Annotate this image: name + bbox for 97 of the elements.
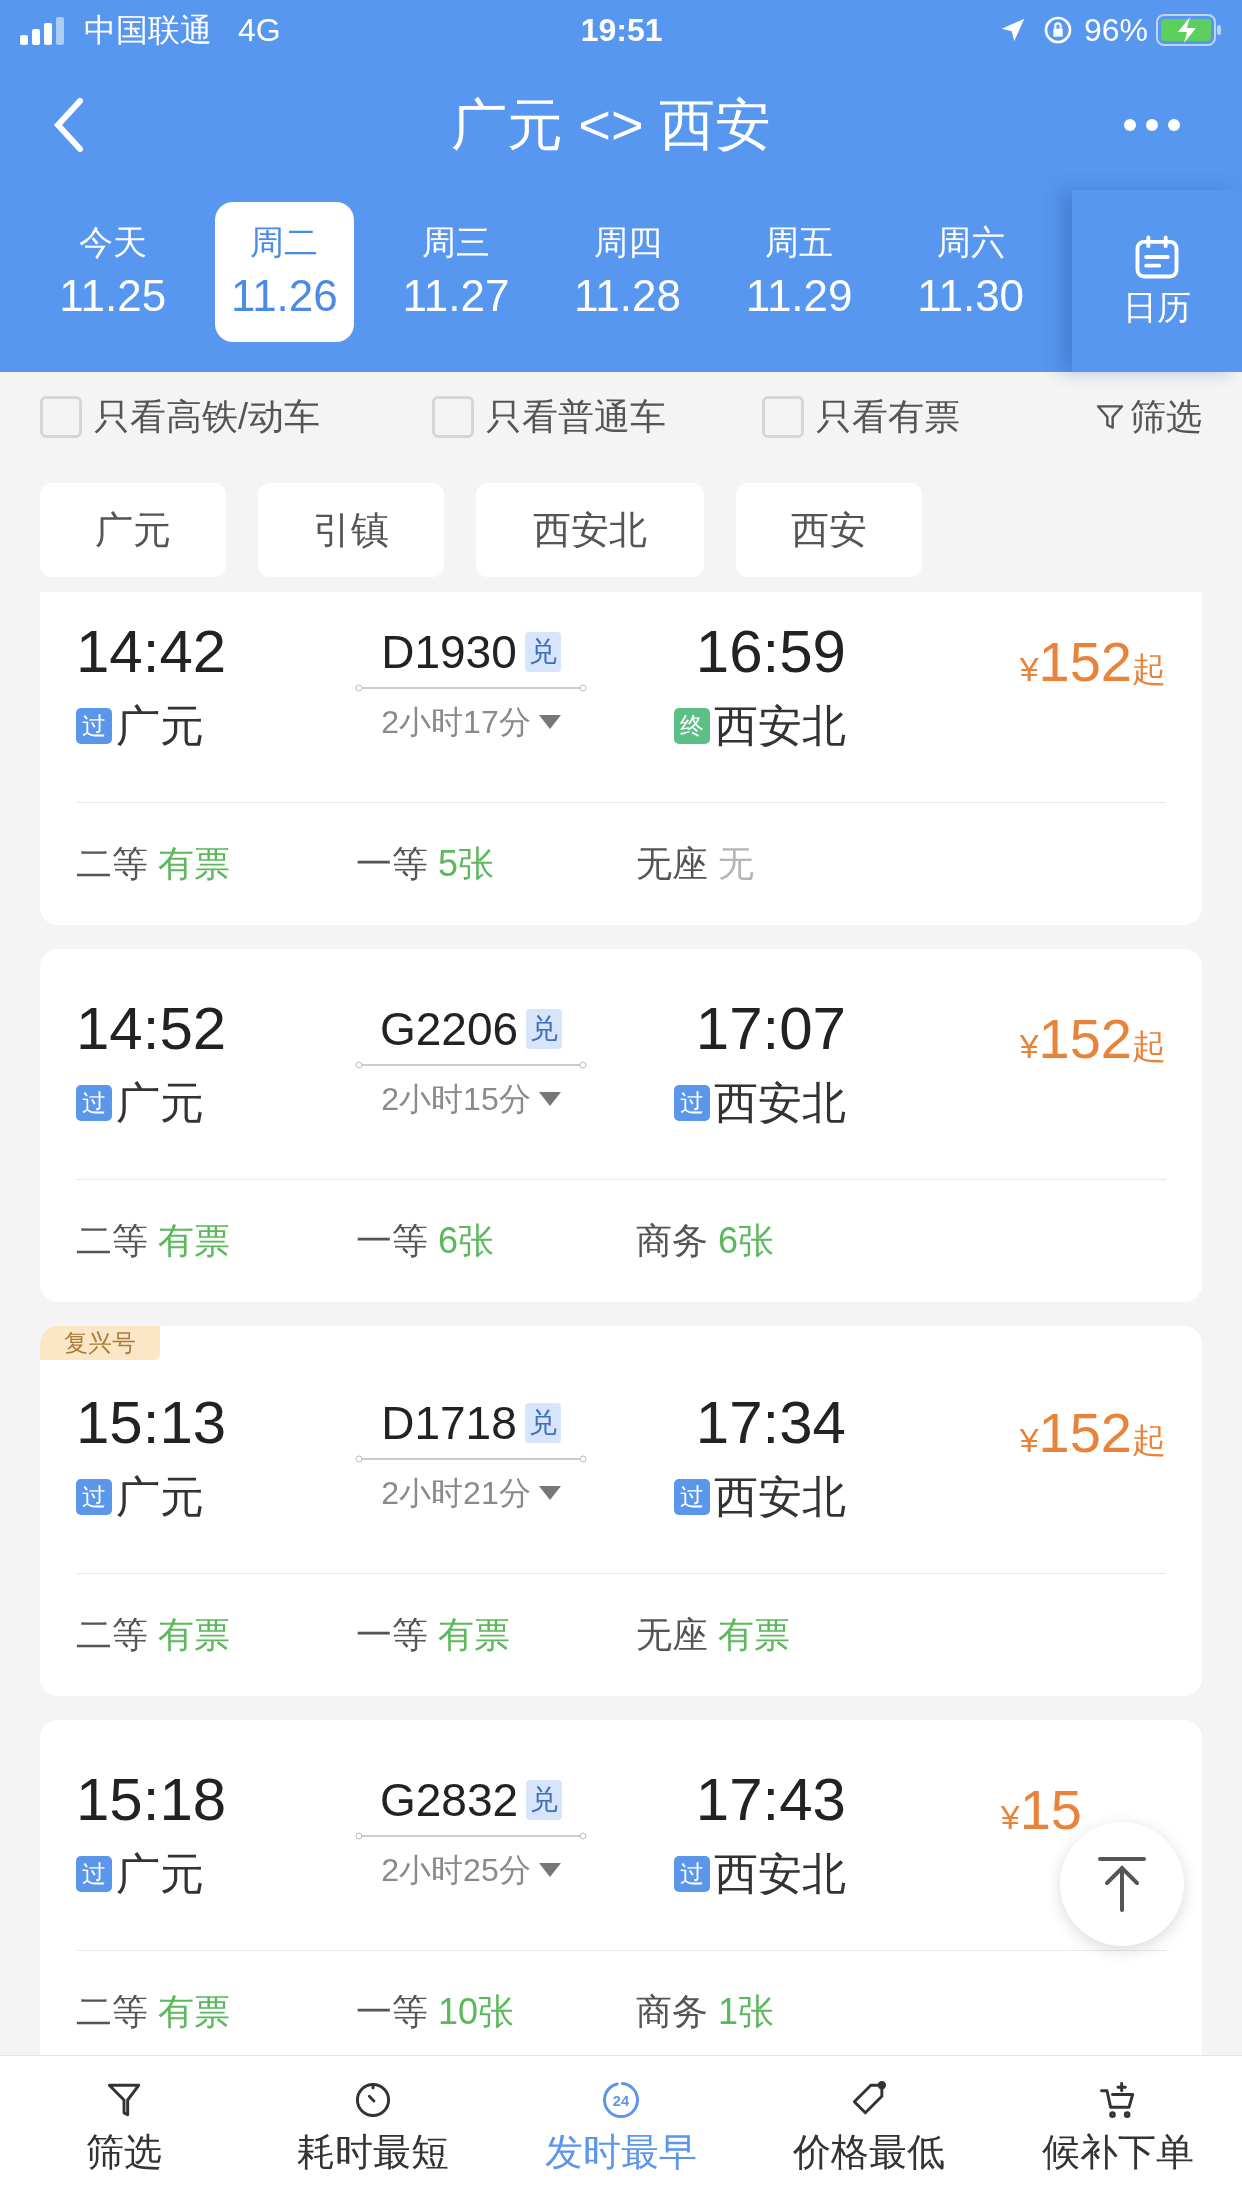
- station-badge: 过: [76, 1856, 112, 1892]
- train-number: D1718: [381, 1395, 517, 1451]
- seat-availability: 5张: [438, 842, 495, 886]
- departure-station: 广元: [116, 1848, 204, 1900]
- battery-charging-icon: [1156, 13, 1222, 47]
- price: ¥152起: [1019, 629, 1166, 695]
- station-badge: 过: [76, 708, 112, 744]
- arrival-time: 16:59: [695, 617, 846, 687]
- seat-availability: 有票: [438, 1613, 510, 1657]
- seat-availability: 有票: [158, 1219, 230, 1263]
- page-title: 广元 <> 西安: [449, 92, 773, 158]
- filter-checkbox[interactable]: 只看普通车: [432, 390, 666, 444]
- departure-time: 15:18: [76, 1765, 228, 1835]
- caret-icon: [538, 715, 561, 729]
- checkbox[interactable]: [432, 396, 474, 438]
- station-badge: 过: [674, 1479, 710, 1515]
- arrival-station: 西安北: [714, 1848, 846, 1900]
- train-card[interactable]: 14:52 过 广元 G2206 兑 2小时15分 17:07 过 西安北 ¥152起 二等 有票 一等 6张 商务 6张: [40, 949, 1202, 1302]
- seat-class: 二等: [76, 1613, 148, 1657]
- exchange-badge: 兑: [526, 1009, 563, 1049]
- train-card[interactable]: 14:42 过 广元 D1930 兑 2小时17分 16:59 终 西安北 ¥152起 二等 有票 一等 5张 无座 无: [40, 592, 1202, 925]
- seat-class: 无座: [636, 1613, 708, 1657]
- station-badge: 终: [674, 708, 710, 744]
- departure-station: 广元: [116, 1077, 204, 1129]
- arrival-station: 西安北: [714, 1077, 846, 1129]
- price: ¥15: [1000, 1777, 1082, 1843]
- bottom-nav-item[interactable]: 筛选: [0, 2056, 249, 2208]
- caret-icon: [538, 1863, 561, 1877]
- seat-class: 商务: [636, 1990, 708, 2034]
- bottom-nav-item[interactable]: 候补下单: [993, 2056, 1242, 2208]
- station-chip[interactable]: 西安: [736, 483, 922, 577]
- price: ¥152起: [1019, 1006, 1166, 1072]
- filter-checkbox[interactable]: 只看有票: [762, 390, 960, 444]
- exchange-badge: 兑: [524, 1403, 561, 1443]
- duration-dropdown[interactable]: 2小时15分: [381, 1077, 561, 1121]
- seat-availability: 6张: [438, 1219, 495, 1263]
- date-tab[interactable]: 周二 11.26: [214, 202, 355, 342]
- arrival-station: 西安北: [714, 1471, 846, 1523]
- duration-dropdown[interactable]: 2小时21分: [381, 1471, 561, 1515]
- network-type: 4G: [238, 11, 281, 50]
- seat-availability: 有票: [158, 842, 230, 886]
- departure-time: 14:52: [76, 994, 228, 1064]
- station-chip[interactable]: 西安北: [476, 483, 704, 577]
- seat-availability: 有票: [718, 1613, 790, 1657]
- arrival-time: 17:43: [695, 1765, 846, 1835]
- station-badge: 过: [76, 1085, 112, 1121]
- seat-availability: 10张: [438, 1990, 515, 2034]
- seat-availability: 有票: [158, 1990, 230, 2034]
- seat-class: 一等: [356, 842, 428, 886]
- departure-station: 广元: [116, 1471, 204, 1523]
- price: ¥152起: [1019, 1400, 1166, 1466]
- bottom-nav-item[interactable]: 价格最低: [745, 2056, 994, 2208]
- checkbox[interactable]: [40, 396, 82, 438]
- train-type-tag: 复兴号: [40, 1326, 160, 1360]
- seat-class: 无座: [636, 842, 708, 886]
- carrier-name: 中国联通: [84, 11, 212, 50]
- seat-availability: 1张: [718, 1990, 775, 2034]
- arrow-up-icon: [1097, 1856, 1147, 1912]
- seat-availability: 无: [718, 842, 754, 886]
- departure-station: 广元: [116, 700, 204, 752]
- train-number: D1930: [381, 624, 517, 680]
- bottom-nav-item[interactable]: 耗时最短: [248, 2056, 497, 2208]
- battery-percent: 96%: [1083, 11, 1148, 50]
- station-badge: 过: [76, 1479, 112, 1515]
- seat-class: 二等: [76, 842, 148, 886]
- more-icon: [1123, 118, 1181, 132]
- seat-availability: 有票: [158, 1613, 230, 1657]
- train-card[interactable]: 15:18 过 广元 G2832 兑 2小时25分 17:43 过 西安北 ¥15 二等 有票 一等 10张 商务 1张: [40, 1720, 1202, 2055]
- arrival-time: 17:07: [695, 994, 846, 1064]
- seat-class: 二等: [76, 1990, 148, 2034]
- caret-icon: [538, 1486, 561, 1500]
- checkbox[interactable]: [762, 396, 804, 438]
- seat-class: 商务: [636, 1219, 708, 1263]
- duration-dropdown[interactable]: 2小时17分: [381, 700, 561, 744]
- seat-availability: 6张: [718, 1219, 775, 1263]
- arrival-station: 西安北: [714, 700, 846, 752]
- exchange-badge: 兑: [526, 1780, 563, 1820]
- station-badge: 过: [674, 1856, 710, 1892]
- train-card[interactable]: 复兴号 15:13 过 广元 D1718 兑 2小时21分 17:34 过 西安北 ¥152起 二等 有票 一等 有票 无座 有票: [40, 1326, 1202, 1696]
- train-number: G2206: [379, 1001, 519, 1057]
- station-chip[interactable]: 引镇: [258, 483, 444, 577]
- seat-class: 二等: [76, 1219, 148, 1263]
- departure-time: 15:13: [76, 1388, 228, 1458]
- filter-button[interactable]: 筛选: [1094, 390, 1202, 444]
- station-chip[interactable]: 广元: [40, 483, 226, 577]
- station-badge: 过: [674, 1085, 710, 1121]
- filter-checkbox[interactable]: 只看高铁/动车: [40, 390, 320, 444]
- seat-class: 一等: [356, 1613, 428, 1657]
- clock-time: 19:51: [580, 11, 663, 50]
- caret-icon: [538, 1092, 561, 1106]
- seat-class: 一等: [356, 1990, 428, 2034]
- train-number: G2832: [379, 1772, 519, 1828]
- seat-class: 一等: [356, 1219, 428, 1263]
- exchange-badge: 兑: [524, 632, 561, 672]
- duration-dropdown[interactable]: 2小时25分: [381, 1848, 561, 1892]
- departure-time: 14:42: [76, 617, 228, 687]
- arrival-time: 17:34: [695, 1388, 846, 1458]
